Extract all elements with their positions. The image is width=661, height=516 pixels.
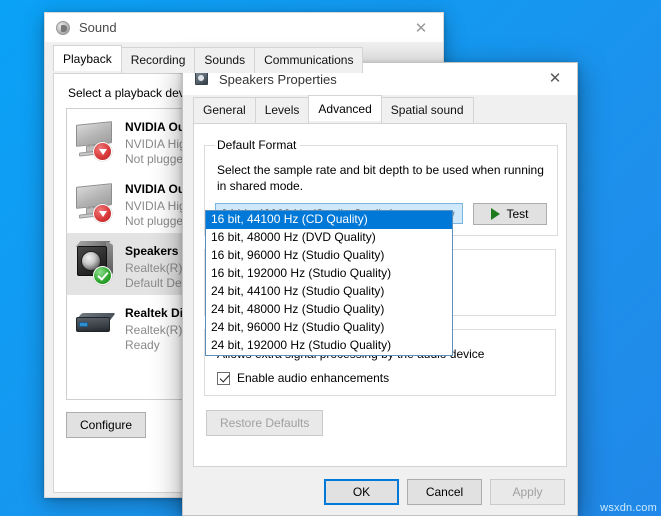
- dropdown-option[interactable]: 24 bit, 96000 Hz (Studio Quality): [206, 319, 452, 337]
- tab-advanced[interactable]: Advanced: [308, 95, 381, 121]
- unplugged-badge: [93, 142, 112, 161]
- cancel-button[interactable]: Cancel: [407, 479, 482, 505]
- dropdown-option[interactable]: 16 bit, 44100 Hz (CD Quality): [206, 211, 452, 229]
- default-format-description: Select the sample rate and bit depth to …: [217, 162, 547, 194]
- sound-tabstrip: Playback Recording Sounds Communications: [45, 47, 443, 73]
- dropdown-option[interactable]: 16 bit, 192000 Hz (Studio Quality): [206, 265, 452, 283]
- sound-speaker-icon: [55, 20, 71, 36]
- sound-window-close-icon[interactable]: ✕: [399, 13, 443, 43]
- play-icon: [491, 208, 500, 220]
- dropdown-option[interactable]: 24 bit, 192000 Hz (Studio Quality): [206, 337, 452, 355]
- configure-button[interactable]: Configure: [66, 412, 146, 438]
- dropdown-option[interactable]: 16 bit, 96000 Hz (Studio Quality): [206, 247, 452, 265]
- tab-communications[interactable]: Communications: [254, 47, 363, 73]
- properties-footer: OK Cancel Apply: [183, 467, 577, 505]
- properties-title: Speakers Properties: [219, 72, 337, 87]
- test-button[interactable]: Test: [473, 203, 547, 225]
- tab-general[interactable]: General: [193, 97, 256, 123]
- sample-rate-dropdown-list[interactable]: 16 bit, 44100 Hz (CD Quality) 16 bit, 48…: [205, 210, 453, 356]
- speaker-icon: [73, 243, 117, 285]
- sound-window-title: Sound: [79, 20, 117, 35]
- digital-output-icon: [73, 305, 117, 347]
- enable-audio-enhancements-checkbox[interactable]: [217, 372, 230, 385]
- dropdown-option[interactable]: 24 bit, 44100 Hz (Studio Quality): [206, 283, 452, 301]
- monitor-icon: [73, 119, 117, 161]
- tab-levels[interactable]: Levels: [255, 97, 310, 123]
- advanced-tab-panel: Default Format Select the sample rate an…: [193, 123, 567, 467]
- speakers-properties-icon: [194, 71, 210, 87]
- default-device-badge: [93, 266, 112, 285]
- unplugged-badge: [93, 204, 112, 223]
- properties-close-icon[interactable]: ✕: [533, 63, 577, 93]
- tab-recording[interactable]: Recording: [121, 47, 196, 73]
- speakers-properties-dialog: Speakers Properties ✕ General Levels Adv…: [182, 62, 578, 516]
- dropdown-option[interactable]: 16 bit, 48000 Hz (DVD Quality): [206, 229, 452, 247]
- device-name: Speakers: [125, 244, 178, 258]
- sound-window-titlebar: Sound ✕: [45, 13, 443, 43]
- tab-sounds[interactable]: Sounds: [194, 47, 255, 73]
- tab-playback[interactable]: Playback: [53, 45, 122, 71]
- restore-defaults-row: Restore Defaults: [204, 410, 556, 436]
- properties-tabstrip: General Levels Advanced Spatial sound: [183, 97, 577, 123]
- dropdown-option[interactable]: 24 bit, 48000 Hz (Studio Quality): [206, 301, 452, 319]
- watermark: wsxdn.com: [600, 502, 657, 514]
- enable-audio-enhancements-row[interactable]: Enable audio enhancements: [217, 371, 545, 385]
- restore-defaults-button[interactable]: Restore Defaults: [206, 410, 323, 436]
- default-format-legend: Default Format: [215, 138, 300, 152]
- apply-button[interactable]: Apply: [490, 479, 565, 505]
- ok-button[interactable]: OK: [324, 479, 399, 505]
- enable-audio-enhancements-label: Enable audio enhancements: [237, 371, 389, 385]
- tab-spatial-sound[interactable]: Spatial sound: [381, 97, 474, 123]
- monitor-icon: [73, 181, 117, 223]
- test-button-label: Test: [506, 207, 528, 221]
